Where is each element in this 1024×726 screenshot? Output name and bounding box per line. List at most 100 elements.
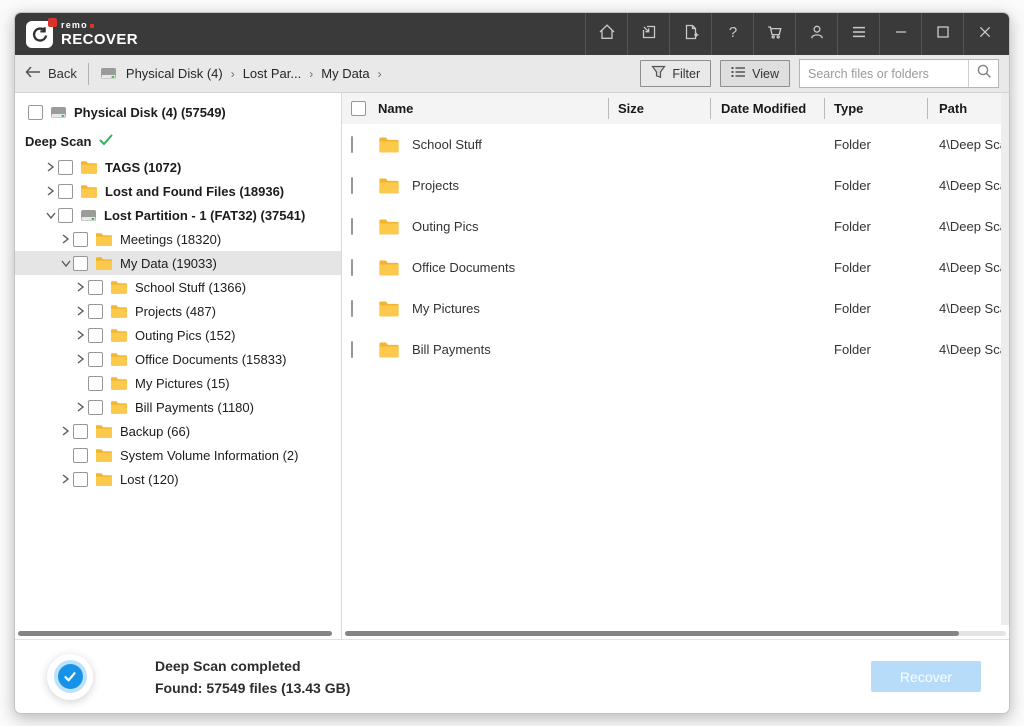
chevron-right-icon[interactable]	[73, 306, 88, 316]
chevron-right-icon[interactable]	[73, 402, 88, 412]
chevron-down-icon[interactable]	[43, 211, 58, 220]
filter-button[interactable]: Filter	[640, 60, 711, 87]
search-button[interactable]	[968, 60, 998, 87]
checkbox[interactable]	[88, 376, 103, 391]
tree-item[interactable]: System Volume Information (2)	[15, 443, 341, 467]
logo-red-square	[48, 18, 57, 27]
tree-item[interactable]: Meetings (18320)	[15, 227, 341, 251]
checkbox[interactable]	[351, 136, 353, 153]
breadcrumb-item-2[interactable]: Lost Par...	[243, 66, 302, 81]
file-list-panel: Name Size Date Modified Type Path School…	[342, 93, 1009, 639]
folder-icon	[110, 376, 128, 391]
checkbox[interactable]	[88, 280, 103, 295]
chevron-down-icon[interactable]	[58, 259, 73, 268]
view-button[interactable]: View	[720, 60, 790, 87]
save-session-button[interactable]	[627, 13, 669, 55]
hamburger-menu-icon	[849, 22, 869, 47]
table-row[interactable]: Bill PaymentsFolder4\Deep Scan\	[342, 329, 1009, 370]
checkbox[interactable]	[88, 304, 103, 319]
breadcrumb-item-1[interactable]: Physical Disk (4)	[126, 66, 223, 81]
checkbox[interactable]	[73, 232, 88, 247]
tree-item[interactable]: Projects (487)	[15, 299, 341, 323]
vertical-scrollbar[interactable]	[1001, 93, 1009, 625]
file-type: Folder	[824, 137, 927, 152]
tree-item[interactable]: Office Documents (15833)	[15, 347, 341, 371]
search-input[interactable]	[800, 67, 968, 81]
checkbox[interactable]	[88, 352, 103, 367]
tree-item[interactable]: Outing Pics (152)	[15, 323, 341, 347]
file-type: Folder	[824, 178, 927, 193]
maximize-button[interactable]	[921, 13, 963, 55]
column-header-size[interactable]: Size	[608, 93, 710, 124]
chevron-right-icon[interactable]	[58, 426, 73, 436]
cart-icon	[765, 22, 785, 47]
close-button[interactable]	[963, 13, 1005, 55]
minimize-button[interactable]	[879, 13, 921, 55]
file-name: Projects	[412, 178, 459, 193]
tree-item[interactable]: School Stuff (1366)	[15, 275, 341, 299]
minimize-icon	[891, 22, 911, 47]
account-button[interactable]	[795, 13, 837, 55]
chevron-right-icon[interactable]	[43, 186, 58, 196]
tree-item[interactable]: My Pictures (15)	[15, 371, 341, 395]
close-icon	[975, 22, 995, 47]
chevron-right-icon[interactable]	[73, 330, 88, 340]
folder-icon	[378, 341, 400, 359]
checkbox[interactable]	[28, 105, 43, 120]
checkbox[interactable]	[73, 448, 88, 463]
column-header-type[interactable]: Type	[824, 93, 927, 124]
tree-item[interactable]: TAGS (1072)	[15, 155, 341, 179]
tree-item[interactable]: Lost Partition - 1 (FAT32) (37541)	[15, 203, 341, 227]
checkbox[interactable]	[88, 328, 103, 343]
table-row[interactable]: ProjectsFolder4\Deep Scan\	[342, 165, 1009, 206]
chevron-right-icon[interactable]	[58, 234, 73, 244]
checkbox[interactable]	[351, 177, 353, 194]
table-row[interactable]: Outing PicsFolder4\Deep Scan\	[342, 206, 1009, 247]
filter-label: Filter	[672, 67, 700, 81]
chevron-right-icon[interactable]	[43, 162, 58, 172]
table-row[interactable]: Office DocumentsFolder4\Deep Scan\	[342, 247, 1009, 288]
checkbox[interactable]	[351, 341, 353, 358]
select-all-checkbox[interactable]	[351, 101, 366, 116]
recover-button[interactable]: Recover	[871, 661, 981, 692]
tree-item[interactable]: Lost (120)	[15, 467, 341, 491]
buy-button[interactable]	[753, 13, 795, 55]
column-header-date-modified[interactable]: Date Modified	[710, 93, 824, 124]
tree-item[interactable]: Backup (66)	[15, 419, 341, 443]
chevron-right-icon[interactable]	[73, 282, 88, 292]
home-button[interactable]	[585, 13, 627, 55]
folder-icon	[95, 472, 113, 487]
checkbox[interactable]	[351, 300, 353, 317]
chevron-right-icon[interactable]	[58, 474, 73, 484]
tree-item[interactable]: Lost and Found Files (18936)	[15, 179, 341, 203]
tree-item[interactable]: Bill Payments (1180)	[15, 395, 341, 419]
checkbox[interactable]	[73, 256, 88, 271]
partition-drive-icon	[80, 208, 97, 223]
back-button[interactable]: Back	[25, 66, 77, 81]
checkbox[interactable]	[73, 472, 88, 487]
column-header-path[interactable]: Path	[927, 93, 1009, 124]
folder-icon	[110, 304, 128, 319]
brand-text: remo RECOVER	[61, 21, 138, 47]
new-scan-button[interactable]	[669, 13, 711, 55]
checkbox[interactable]	[73, 424, 88, 439]
checkbox[interactable]	[351, 259, 353, 276]
checkbox[interactable]	[351, 218, 353, 235]
table-row[interactable]: My PicturesFolder4\Deep Scan\	[342, 288, 1009, 329]
horizontal-scrollbar-thumb[interactable]	[18, 631, 332, 636]
checkbox[interactable]	[88, 400, 103, 415]
checkbox[interactable]	[58, 208, 73, 223]
checkbox[interactable]	[58, 160, 73, 175]
menu-button[interactable]	[837, 13, 879, 55]
column-header-name[interactable]: Name	[378, 93, 608, 124]
table-row[interactable]: School StuffFolder4\Deep Scan\	[342, 124, 1009, 165]
help-button[interactable]: ?	[711, 13, 753, 55]
breadcrumb-item-3[interactable]: My Data	[321, 66, 369, 81]
tree-item-root[interactable]: Physical Disk (4) (57549)	[15, 100, 341, 124]
horizontal-scrollbar-thumb[interactable]	[345, 631, 959, 636]
found-label: Found:	[155, 681, 202, 695]
chevron-right-icon[interactable]	[73, 354, 88, 364]
toolbar-right: Filter View	[640, 59, 999, 88]
tree-item[interactable]: My Data (19033)	[15, 251, 341, 275]
checkbox[interactable]	[58, 184, 73, 199]
